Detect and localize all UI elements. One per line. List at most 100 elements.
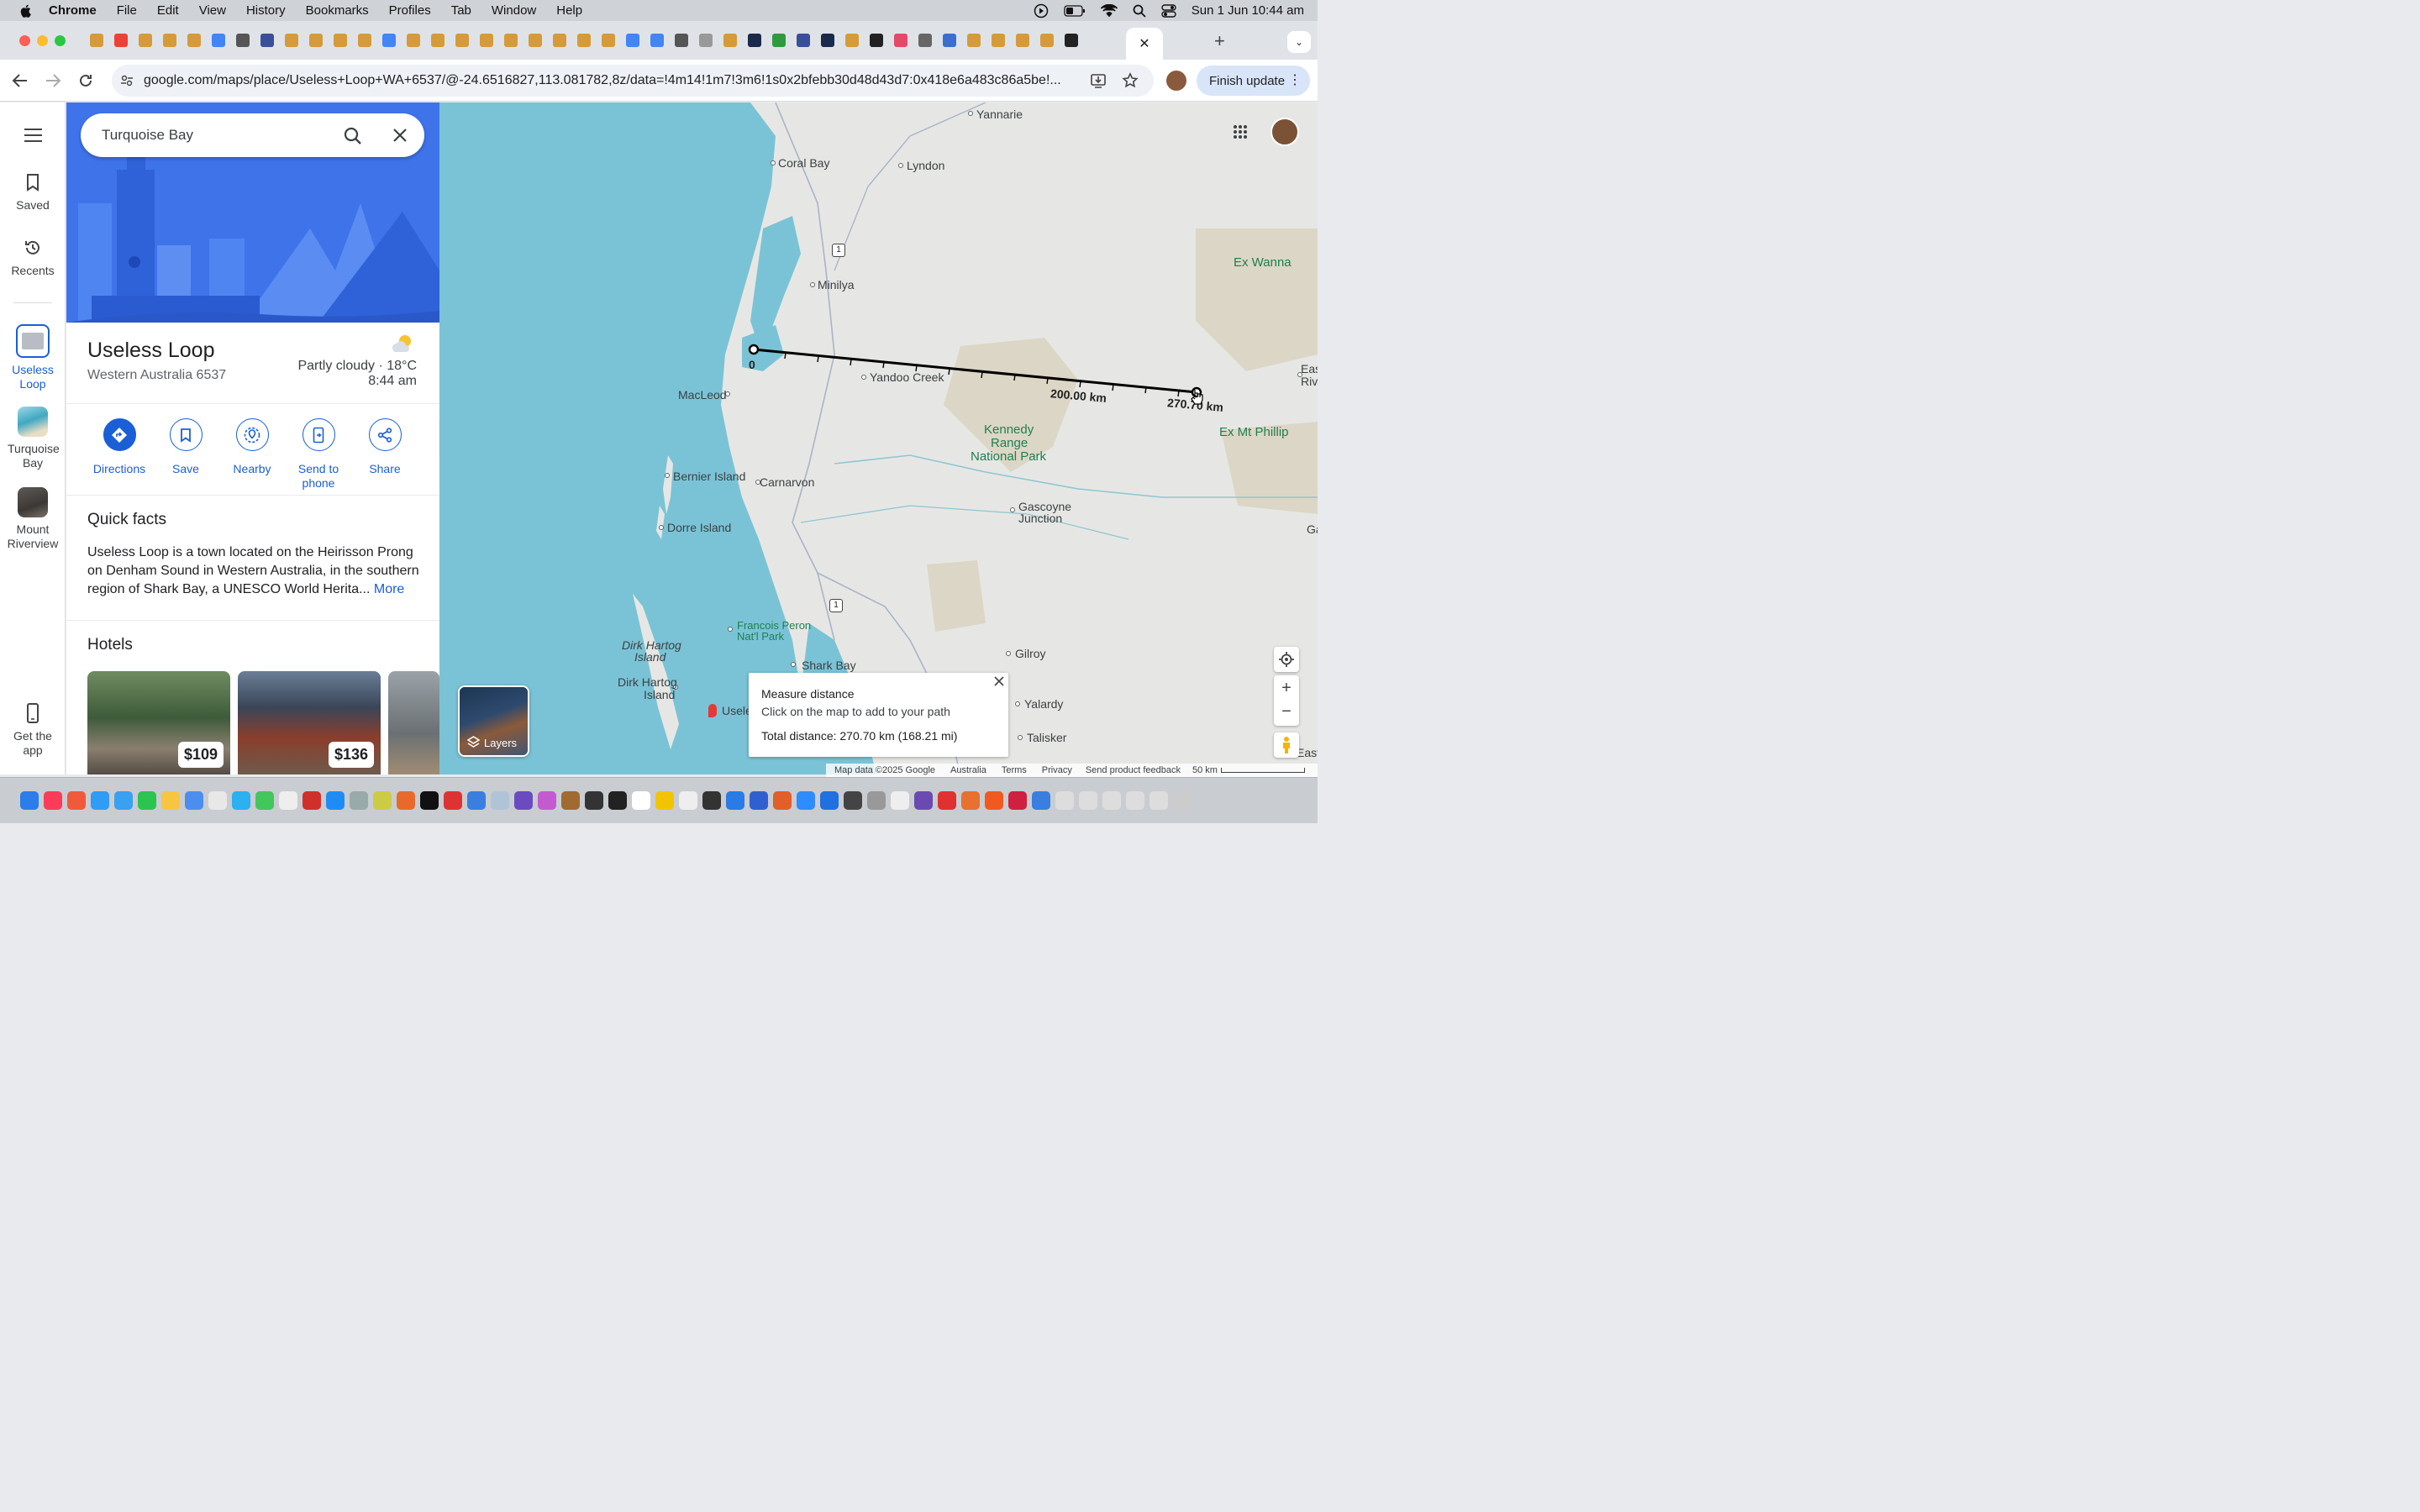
dock-app-icon[interactable] (420, 791, 439, 810)
apple-icon[interactable] (18, 3, 34, 18)
terms-link[interactable]: Terms (1002, 765, 1027, 775)
dock-app-icon[interactable] (985, 791, 1003, 810)
directions-button[interactable]: Directions (86, 418, 153, 476)
dock-app-icon[interactable] (632, 791, 650, 810)
dock-app-icon[interactable] (773, 791, 792, 810)
search-icon[interactable] (344, 127, 362, 145)
tab-favicon[interactable] (961, 28, 986, 53)
profile-avatar[interactable] (1166, 71, 1186, 91)
menu-tab[interactable]: Tab (451, 3, 471, 18)
dock-app-icon[interactable] (114, 791, 133, 810)
tab-favicon[interactable] (425, 28, 450, 53)
tab-favicon[interactable] (376, 28, 401, 53)
dock-app-icon[interactable] (1126, 791, 1144, 810)
menu-profiles[interactable]: Profiles (389, 3, 431, 18)
share-button[interactable]: Share (351, 418, 418, 476)
save-button[interactable]: Save (152, 418, 219, 476)
dock-app-icon[interactable] (820, 791, 839, 810)
play-icon[interactable] (1034, 3, 1049, 18)
send-to-phone-button[interactable]: Send to phone (285, 418, 352, 491)
tab-favicon[interactable] (693, 28, 718, 53)
forward-arrow-icon[interactable] (45, 73, 61, 88)
tab-favicon[interactable] (474, 28, 498, 53)
dock-app-icon[interactable] (91, 791, 109, 810)
menu-window[interactable]: Window (492, 3, 536, 18)
url-text[interactable]: google.com/maps/place/Useless+Loop+WA+65… (144, 73, 1068, 88)
account-avatar[interactable] (1270, 118, 1299, 146)
clear-search-close-icon[interactable] (393, 129, 407, 142)
search-box[interactable]: Turquoise Bay (81, 113, 424, 157)
tab-favicon[interactable] (766, 28, 791, 53)
close-icon[interactable] (994, 676, 1004, 686)
tab-favicon[interactable] (864, 28, 888, 53)
dock-app-icon[interactable] (561, 791, 580, 810)
tab-favicon[interactable] (937, 28, 961, 53)
tab-favicon[interactable] (401, 28, 425, 53)
dock-app-icon[interactable] (1102, 791, 1121, 810)
menu-history[interactable]: History (246, 3, 286, 18)
zoom-out-button[interactable]: − (1281, 701, 1292, 726)
dock-app-icon[interactable] (938, 791, 956, 810)
dock-app-icon[interactable] (302, 791, 321, 810)
google-apps-icon[interactable] (1233, 124, 1248, 139)
tab-favicon[interactable] (255, 28, 279, 53)
install-app-icon[interactable] (1090, 72, 1107, 89)
rail-recents-button[interactable]: Recents (0, 239, 66, 277)
battery-icon[interactable] (1064, 4, 1086, 17)
zoom-in-button[interactable]: + (1281, 675, 1292, 701)
finish-update-button[interactable]: Finish update ⋮ (1197, 66, 1310, 96)
tab-favicon[interactable] (303, 28, 328, 53)
rail-recent-mount-riverview[interactable]: Mount Riverview (0, 487, 66, 551)
dock-app-icon[interactable] (444, 791, 462, 810)
dock-app-icon[interactable] (679, 791, 697, 810)
dock-app-icon[interactable] (279, 791, 297, 810)
dock-app-icon[interactable] (797, 791, 815, 810)
dock-app-icon[interactable] (1055, 791, 1074, 810)
tab-favicon[interactable] (669, 28, 693, 53)
tab-favicon[interactable] (450, 28, 474, 53)
tab-favicon[interactable] (791, 28, 815, 53)
site-info-icon[interactable] (120, 74, 134, 87)
spotlight-search-icon[interactable] (1133, 4, 1146, 18)
tab-favicon[interactable] (498, 28, 523, 53)
menu-app-name[interactable]: Chrome (49, 3, 97, 18)
tab-favicon[interactable] (571, 28, 596, 53)
tab-favicon[interactable] (523, 28, 547, 53)
reload-icon[interactable] (77, 72, 94, 89)
rail-recent-useless-loop[interactable]: Useless Loop (0, 324, 66, 391)
dock-app-icon[interactable] (1079, 791, 1097, 810)
dock-app-icon[interactable] (67, 791, 86, 810)
rail-recent-turquoise-bay[interactable]: Turquoise Bay (0, 407, 66, 470)
active-tab-close-button[interactable]: ✕ (1126, 28, 1163, 60)
tab-favicon[interactable] (84, 28, 108, 53)
tab-favicon[interactable] (328, 28, 352, 53)
tab-search-button[interactable]: ⌄ (1287, 31, 1311, 53)
dock-app-icon[interactable] (844, 791, 862, 810)
dock-app-icon[interactable] (397, 791, 415, 810)
dock-app-icon[interactable] (350, 791, 368, 810)
menu-edit[interactable]: Edit (157, 3, 179, 18)
pegman-street-view-button[interactable] (1274, 732, 1299, 758)
dock-app-icon[interactable] (1008, 791, 1027, 810)
bookmark-star-icon[interactable] (1122, 72, 1139, 89)
dock-app-icon[interactable] (138, 791, 156, 810)
scale-label[interactable]: 50 km (1192, 765, 1218, 775)
tab-favicon[interactable] (352, 28, 376, 53)
dock-app-icon[interactable] (891, 791, 909, 810)
dock-app-icon[interactable] (750, 791, 768, 810)
hotel-card[interactable] (388, 671, 439, 774)
dock-app-icon[interactable] (1032, 791, 1050, 810)
dock-app-icon[interactable] (255, 791, 274, 810)
menu-hamburger-icon[interactable] (24, 129, 42, 142)
dock-app-icon[interactable] (1150, 791, 1168, 810)
dock-app-icon[interactable] (1173, 791, 1192, 810)
get-the-app-button[interactable]: Get the app (0, 702, 66, 758)
dock-app-icon[interactable] (726, 791, 744, 810)
menu-bookmarks[interactable]: Bookmarks (306, 3, 369, 18)
search-input[interactable]: Turquoise Bay (102, 127, 193, 144)
tab-favicon[interactable] (206, 28, 230, 53)
wifi-icon[interactable] (1100, 3, 1118, 18)
address-bar[interactable]: google.com/maps/place/Useless+Loop+WA+65… (112, 65, 1154, 97)
minimize-window-button[interactable] (37, 34, 48, 46)
back-arrow-icon[interactable] (12, 73, 29, 88)
